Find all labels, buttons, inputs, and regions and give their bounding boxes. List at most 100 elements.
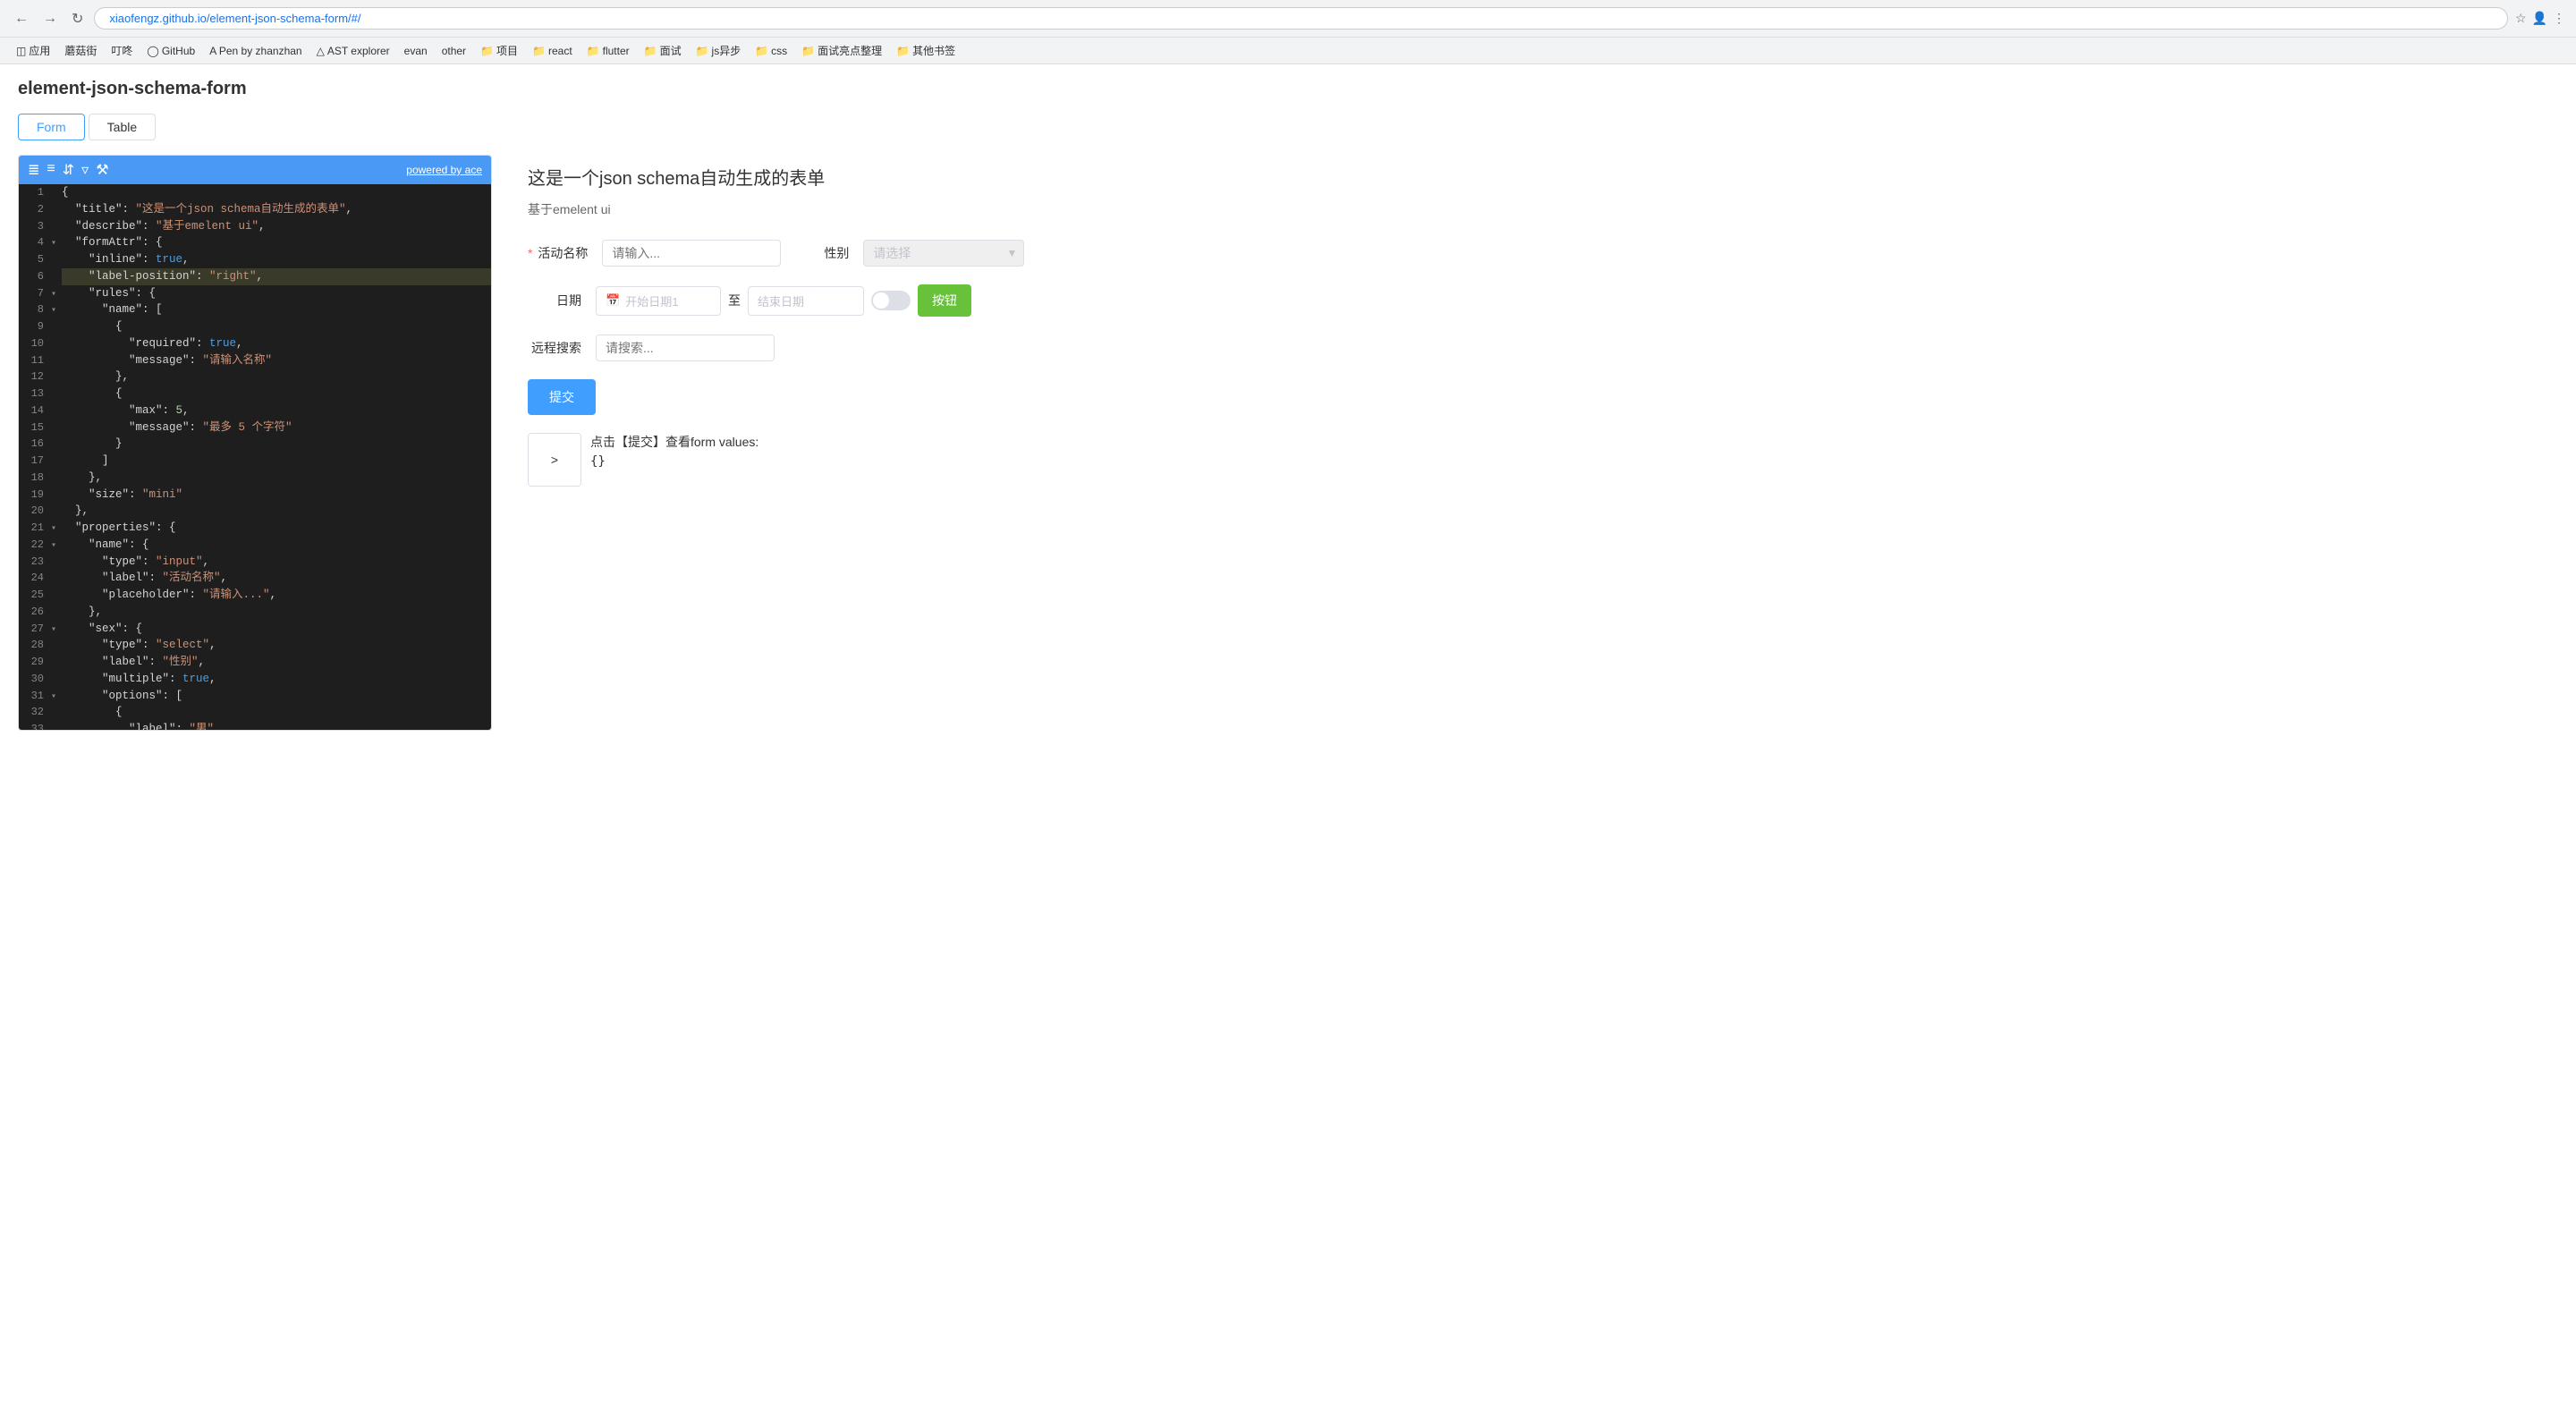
line-arrow bbox=[51, 436, 62, 453]
browser-actions: ☆ 👤 ⋮ bbox=[2515, 11, 2565, 26]
line-arrow[interactable]: ▾ bbox=[51, 537, 62, 554]
bookmark-github[interactable]: ◯ GitHub bbox=[141, 43, 200, 59]
tab-table[interactable]: Table bbox=[89, 114, 156, 140]
bookmark-js[interactable]: 📁 js异步 bbox=[691, 41, 747, 60]
line-arrow[interactable]: ▾ bbox=[51, 520, 62, 537]
bookmark-other[interactable]: other bbox=[436, 43, 471, 59]
bookmark-moge[interactable]: 蘑菇街 bbox=[59, 41, 102, 60]
line-arrow bbox=[51, 251, 62, 268]
filter-icon[interactable]: ▿ bbox=[81, 161, 89, 179]
code-line: 8▾ "name": [ bbox=[19, 301, 491, 318]
bookmark-interview[interactable]: 📁 面试 bbox=[639, 41, 687, 60]
bookmark-css[interactable]: 📁 css bbox=[750, 43, 792, 59]
bookmark-react[interactable]: 📁 react bbox=[527, 43, 578, 59]
code-lines: 1{2 "title": "这是一个json schema自动生成的表单",3 … bbox=[19, 184, 491, 730]
tab-form[interactable]: Form bbox=[18, 114, 85, 140]
line-number: 9 bbox=[19, 318, 51, 335]
remote-search-input[interactable] bbox=[596, 335, 775, 361]
line-content: }, bbox=[62, 368, 491, 385]
line-content: "describe": "基于emelent ui", bbox=[62, 218, 491, 235]
line-number: 25 bbox=[19, 587, 51, 604]
line-arrow[interactable]: ▾ bbox=[51, 285, 62, 302]
line-arrow bbox=[51, 604, 62, 621]
code-line: 30 "multiple": true, bbox=[19, 671, 491, 688]
line-arrow bbox=[51, 587, 62, 604]
bookmark-apps[interactable]: ◫ 应用 bbox=[11, 41, 55, 60]
line-number: 21 bbox=[19, 520, 51, 537]
bookmark-others[interactable]: 📁 其他书签 bbox=[891, 41, 961, 60]
line-content: "name": [ bbox=[62, 301, 491, 318]
line-number: 29 bbox=[19, 654, 51, 671]
line-number: 31 bbox=[19, 688, 51, 705]
code-line: 16 } bbox=[19, 436, 491, 453]
line-number: 3 bbox=[19, 218, 51, 235]
line-content: { bbox=[62, 318, 491, 335]
align-left-icon[interactable]: ≣ bbox=[28, 161, 39, 179]
line-arrow[interactable]: ▾ bbox=[51, 688, 62, 705]
code-line: 24 "label": "活动名称", bbox=[19, 570, 491, 587]
editor-body[interactable]: 1{2 "title": "这是一个json schema自动生成的表单",3 … bbox=[19, 184, 491, 730]
bookmark-pen[interactable]: A Pen by zhanzhan bbox=[204, 43, 307, 59]
line-content: "options": [ bbox=[62, 688, 491, 705]
bookmark-dd[interactable]: 叮咚 bbox=[106, 41, 138, 60]
bookmark-flutter[interactable]: 📁 flutter bbox=[581, 43, 635, 59]
forward-button[interactable]: → bbox=[39, 9, 61, 29]
editor-panel: ≣ ≡ ⇵ ▿ ⚒ powered by ace 1{2 "title": "这… bbox=[18, 155, 492, 731]
sex-select[interactable]: 请选择 bbox=[863, 240, 1024, 267]
bookmark-icon[interactable]: ☆ bbox=[2515, 11, 2527, 26]
line-arrow[interactable]: ▾ bbox=[51, 621, 62, 638]
output-toggle-button[interactable]: > bbox=[528, 433, 581, 487]
code-line: 22▾ "name": { bbox=[19, 537, 491, 554]
align-center-icon[interactable]: ≡ bbox=[47, 161, 55, 179]
code-line: 10 "required": true, bbox=[19, 335, 491, 352]
line-number: 14 bbox=[19, 402, 51, 419]
bookmark-project[interactable]: 📁 项目 bbox=[475, 41, 523, 60]
line-number: 12 bbox=[19, 368, 51, 385]
line-content: { bbox=[62, 704, 491, 721]
line-arrow bbox=[51, 637, 62, 654]
button-green[interactable]: 按钮 bbox=[918, 284, 971, 317]
back-button[interactable]: ← bbox=[11, 9, 32, 29]
sort-icon[interactable]: ⇵ bbox=[63, 161, 74, 179]
address-bar[interactable]: xiaofengz.github.io/element-json-schema-… bbox=[94, 7, 2508, 30]
line-content: "properties": { bbox=[62, 520, 491, 537]
line-content: "required": true, bbox=[62, 335, 491, 352]
line-arrow[interactable]: ▾ bbox=[51, 234, 62, 251]
menu-icon[interactable]: ⋮ bbox=[2553, 11, 2565, 26]
browser-bar: ← → ↻ xiaofengz.github.io/element-json-s… bbox=[0, 0, 2576, 38]
line-content: }, bbox=[62, 503, 491, 520]
page-content: element-json-schema-form Form Table ≣ ≡ … bbox=[0, 64, 2576, 745]
date-end-input[interactable]: 结束日期 bbox=[748, 286, 864, 316]
activity-name-input[interactable] bbox=[602, 240, 781, 267]
line-number: 11 bbox=[19, 352, 51, 369]
line-arrow bbox=[51, 184, 62, 201]
form-subtitle: 基于emelent ui bbox=[528, 200, 2540, 218]
bookmark-ast[interactable]: △ AST explorer bbox=[311, 43, 395, 59]
code-line: 15 "message": "最多 5 个字符" bbox=[19, 419, 491, 436]
reload-button[interactable]: ↻ bbox=[68, 8, 87, 30]
toggle-switch[interactable] bbox=[871, 291, 911, 310]
code-line: 6 "label-position": "right", bbox=[19, 268, 491, 285]
line-number: 7 bbox=[19, 285, 51, 302]
code-line: 7▾ "rules": { bbox=[19, 285, 491, 302]
date-end-placeholder: 结束日期 bbox=[758, 292, 804, 309]
profile-icon[interactable]: 👤 bbox=[2532, 11, 2547, 26]
line-content: "label": "活动名称", bbox=[62, 570, 491, 587]
line-arrow[interactable]: ▾ bbox=[51, 301, 62, 318]
output-label: 点击【提交】查看form values: bbox=[590, 433, 758, 451]
line-arrow bbox=[51, 402, 62, 419]
line-content: "label": "男", bbox=[62, 721, 491, 730]
submit-button[interactable]: 提交 bbox=[528, 379, 596, 415]
line-number: 15 bbox=[19, 419, 51, 436]
bookmark-highlights[interactable]: 📁 面试亮点整理 bbox=[796, 41, 887, 60]
powered-by-link[interactable]: powered by ace bbox=[406, 164, 482, 176]
bookmark-evan[interactable]: evan bbox=[399, 43, 433, 59]
line-arrow bbox=[51, 470, 62, 487]
line-arrow bbox=[51, 654, 62, 671]
output-area: > 点击【提交】查看form values: {} bbox=[528, 433, 2540, 487]
code-line: 25 "placeholder": "请输入...", bbox=[19, 587, 491, 604]
form-row-search: 远程搜索 bbox=[528, 335, 2540, 361]
line-content: { bbox=[62, 184, 491, 201]
date-start-input[interactable]: 📅 开始日期1 bbox=[596, 286, 721, 316]
settings-icon[interactable]: ⚒ bbox=[96, 161, 108, 179]
